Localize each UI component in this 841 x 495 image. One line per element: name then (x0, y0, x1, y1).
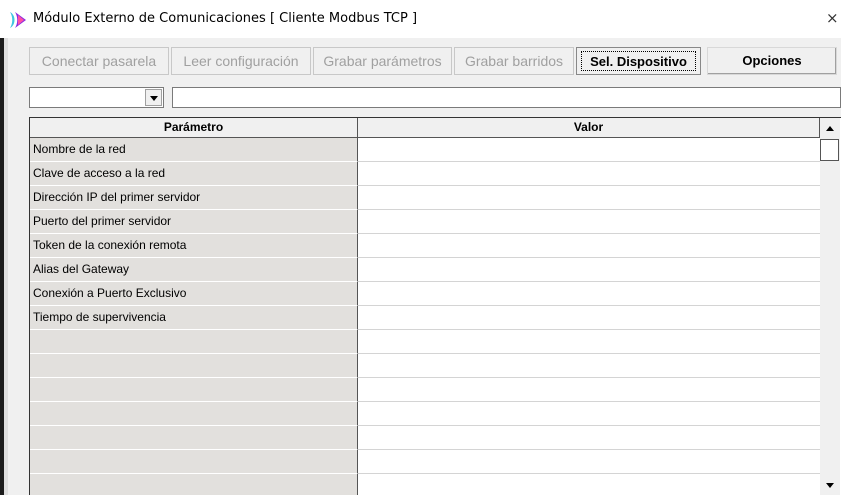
value-cell[interactable] (358, 186, 820, 210)
param-cell (30, 330, 358, 354)
value-cell[interactable] (358, 138, 820, 162)
param-cell (30, 378, 358, 402)
param-cell: Alias del Gateway (30, 258, 358, 282)
param-cell: Nombre de la red (30, 138, 358, 162)
param-cell: Conexión a Puerto Exclusivo (30, 282, 358, 306)
value-cell[interactable] (358, 330, 820, 354)
param-cell: Puerto del primer servidor (30, 210, 358, 234)
param-cell (30, 450, 358, 474)
sel-dispositivo-button[interactable]: Sel. Dispositivo (576, 47, 701, 75)
window-title: Módulo Externo de Comunicaciones [ Clien… (33, 11, 418, 26)
conectar-pasarela-button[interactable]: Conectar pasarela (29, 47, 169, 75)
value-cell[interactable] (358, 210, 820, 234)
parameter-grid: Parámetro Valor Nombre de la red Clave de… (29, 117, 841, 495)
title-bar: Módulo Externo de Comunicaciones [ Clien… (0, 0, 841, 38)
param-cell (30, 402, 358, 426)
value-cell[interactable] (358, 354, 820, 378)
column-header-parametro[interactable]: Parámetro (30, 118, 358, 138)
value-cell[interactable] (358, 378, 820, 402)
combo-dropdown-button[interactable] (145, 89, 162, 106)
value-cell[interactable] (358, 282, 820, 306)
grabar-parametros-button[interactable]: Grabar parámetros (313, 47, 452, 75)
grabar-barridos-button[interactable]: Grabar barridos (454, 47, 574, 75)
close-icon[interactable]: × (826, 9, 839, 27)
window-edge-inner (4, 38, 8, 495)
arrow-up-icon (826, 126, 834, 131)
scroll-thumb[interactable] (820, 139, 839, 161)
value-cell[interactable] (358, 426, 820, 450)
scroll-up-button[interactable] (820, 120, 840, 138)
param-cell: Dirección IP del primer servidor (30, 186, 358, 210)
value-cell[interactable] (358, 258, 820, 282)
param-cell (30, 354, 358, 378)
param-cell (30, 426, 358, 450)
param-cell: Token de la conexión remota (30, 234, 358, 258)
param-cell: Clave de acceso a la red (30, 162, 358, 186)
param-cell: Tiempo de supervivencia (30, 306, 358, 330)
column-header-valor[interactable]: Valor (358, 118, 820, 138)
chevron-down-icon (150, 96, 158, 101)
value-cell[interactable] (358, 162, 820, 186)
filter-text-field[interactable] (172, 87, 841, 108)
scroll-down-button[interactable] (820, 476, 840, 494)
arrow-down-icon (826, 483, 834, 488)
value-cell[interactable] (358, 450, 820, 474)
vertical-scrollbar[interactable] (820, 118, 840, 495)
app-logo-icon (10, 12, 26, 28)
value-cell[interactable] (358, 306, 820, 330)
value-cell[interactable] (358, 402, 820, 426)
value-cell[interactable] (358, 474, 820, 495)
param-cell (30, 474, 358, 495)
leer-configuracion-button[interactable]: Leer configuración (171, 47, 311, 75)
sel-dispositivo-label: Sel. Dispositivo (581, 51, 696, 71)
value-cell[interactable] (358, 234, 820, 258)
device-combo[interactable] (29, 87, 164, 108)
opciones-button[interactable]: Opciones (707, 47, 837, 75)
